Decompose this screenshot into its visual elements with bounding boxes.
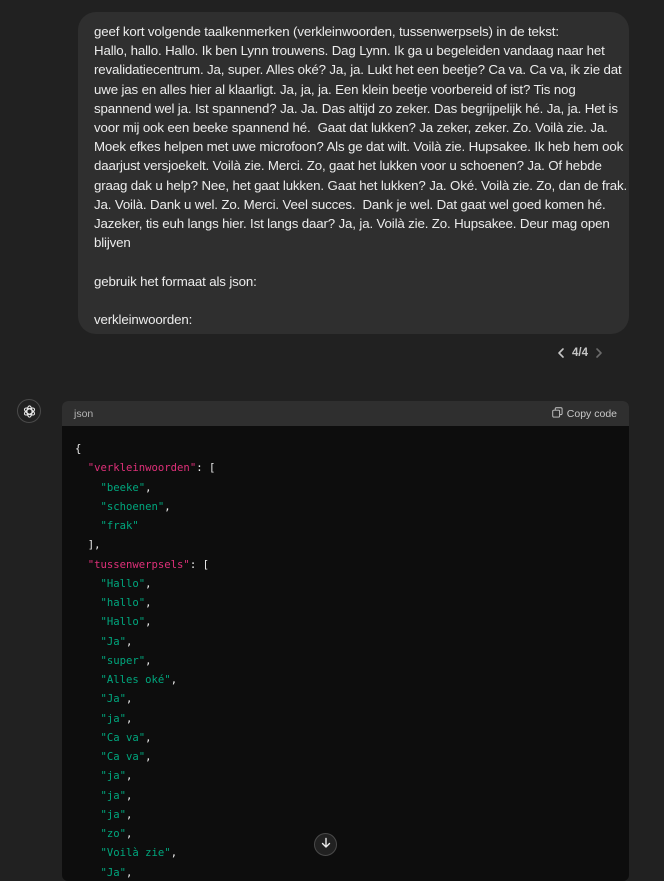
code-line: "Ja", (75, 864, 629, 881)
copy-code-button[interactable]: Copy code (552, 407, 617, 421)
code-line: "Hallo", (75, 613, 629, 632)
code-content: { "verkleinwoorden": [ "beeke", "schoene… (62, 426, 629, 881)
code-line: "ja", (75, 710, 629, 729)
code-line: "hallo", (75, 594, 629, 613)
json-string: "Ca va" (101, 732, 146, 744)
user-message-line: Ja. Voilà. Dank u wel. Zo. Merci. Veel s… (94, 195, 613, 214)
json-string: "zo" (101, 828, 127, 840)
code-line: "zo", (75, 825, 629, 844)
code-line: { (75, 440, 629, 459)
user-message-line: Jazeker, tis euh langs hier. Ist langs d… (94, 214, 613, 233)
user-message-line: daarjust versjoekelt. Voilà zie. Merci. … (94, 156, 613, 175)
code-line: "beeke", (75, 479, 629, 498)
code-block: json Copy code { "verkleinwoorden": [ "b… (62, 401, 629, 881)
copy-icon (552, 407, 563, 421)
json-string: "frak" (101, 520, 139, 532)
user-message-line: Hallo, hallo. Hallo. Ik ben Lynn trouwen… (94, 41, 613, 60)
code-line: "Voilà zie", (75, 844, 629, 863)
openai-logo-icon (17, 399, 41, 423)
user-message-last-line: verkleinwoorden: (94, 310, 613, 329)
chevron-right-icon[interactable] (594, 347, 604, 359)
json-string: "beeke" (101, 482, 146, 494)
json-string: "Voilà zie" (101, 847, 171, 859)
code-line: "Alles oké", (75, 671, 629, 690)
code-line: "Ca va", (75, 729, 629, 748)
json-string: "Hallo" (101, 578, 146, 590)
json-string: "ja" (101, 790, 127, 802)
json-key: "tussenwerpsels" (88, 559, 190, 571)
user-message-bubble: geef kort volgende taalkenmerken (verkle… (78, 12, 629, 334)
code-line: "Ja", (75, 690, 629, 709)
code-line: "ja", (75, 806, 629, 825)
code-line: "Hallo", (75, 575, 629, 594)
code-line: "frak" (75, 517, 629, 536)
json-string: "Hallo" (101, 616, 146, 628)
code-line: "ja", (75, 767, 629, 786)
copy-code-label: Copy code (567, 408, 617, 420)
response-pager: 4/4 (556, 345, 620, 361)
user-message-line: uwe jas en alles hier al klaarligt. Ja, … (94, 80, 613, 99)
scroll-to-bottom-button[interactable] (314, 833, 337, 856)
user-message-line: geef kort volgende taalkenmerken (verkle… (94, 22, 613, 41)
json-string: "ja" (101, 713, 127, 725)
json-string: "ja" (101, 770, 127, 782)
user-message-line: blijven (94, 233, 613, 252)
user-message-line: graag dak u help? Nee, het gaat lukken. … (94, 176, 613, 195)
code-line: "Ja", (75, 633, 629, 652)
code-line: "Ca va", (75, 748, 629, 767)
paragraph-gap (94, 291, 613, 310)
json-key: "verkleinwoorden" (88, 462, 196, 474)
json-string: "Ja" (101, 693, 127, 705)
json-string: "super" (101, 655, 146, 667)
code-line: "tussenwerpsels": [ (75, 556, 629, 575)
code-line: "schoenen", (75, 498, 629, 517)
json-string: "schoenen" (101, 501, 165, 513)
paragraph-gap (94, 252, 613, 271)
code-line: "ja", (75, 787, 629, 806)
json-string: "Ja" (101, 867, 127, 879)
user-message-line: voor mij ook een beeke spannend hé. Gaat… (94, 118, 613, 137)
json-string: "Ca va" (101, 751, 146, 763)
json-string: "ja" (101, 809, 127, 821)
code-line: "verkleinwoorden": [ (75, 459, 629, 478)
chevron-left-icon[interactable] (556, 347, 566, 359)
user-message-format-line: gebruik het formaat als json: (94, 272, 613, 291)
json-string: "hallo" (101, 597, 146, 609)
code-language-label: json (74, 408, 93, 420)
user-message-line: spannend wel ja. Ist spannend? Ja. Ja. D… (94, 99, 613, 118)
user-message-line: revalidatiecentrum. Ja, super. Alles oké… (94, 60, 613, 79)
arrow-down-icon (320, 836, 332, 854)
code-line: "super", (75, 652, 629, 671)
user-message-line: Moek efkes helpen met uwe microfoon? Als… (94, 137, 613, 156)
code-line: ], (75, 536, 629, 555)
json-string: "Ja" (101, 636, 127, 648)
code-block-header: json Copy code (62, 401, 629, 426)
json-string: "Alles oké" (101, 674, 171, 686)
pager-count: 4/4 (572, 347, 588, 359)
